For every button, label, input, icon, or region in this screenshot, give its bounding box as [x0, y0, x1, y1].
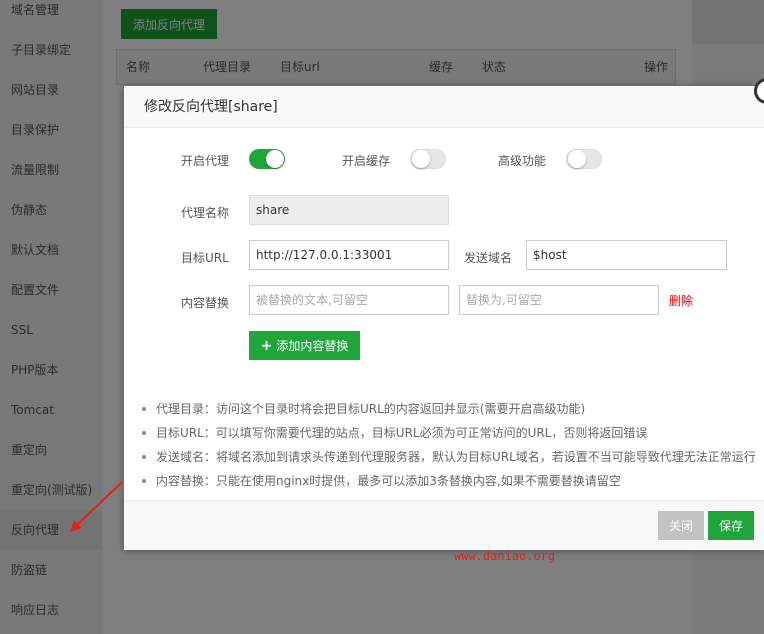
add-content-replace-button[interactable]: + 添加内容替换 — [249, 331, 360, 360]
save-button[interactable]: 保存 — [708, 511, 754, 540]
add-content-replace-label: 添加内容替换 — [276, 339, 349, 353]
tip-text: 目标URL：可以填写你需要代理的站点，目标URL必须为可正常访问的URL，否则将… — [156, 426, 648, 440]
replace-to-input[interactable] — [459, 285, 659, 315]
tip-item: 内容替换：只能在使用nginx时提供，最多可以添加3条替换内容,如果不需要替换请… — [138, 469, 758, 493]
cache-toggle-label: 开启缓存 — [342, 154, 391, 168]
dialog-footer: 关闭 保存 — [124, 500, 764, 550]
send-host-label: 发送域名 — [464, 251, 513, 265]
bullet-icon — [142, 455, 146, 459]
tip-item: 目标URL：可以填写你需要代理的站点，目标URL必须为可正常访问的URL，否则将… — [138, 421, 758, 445]
target-url-label: 目标URL — [181, 251, 229, 265]
send-host-input[interactable] — [526, 240, 727, 270]
delete-replace-link[interactable]: 删除 — [669, 292, 693, 309]
tip-text: 代理目录：访问这个目录时将会把目标URL的内容返回并显示(需要开启高级功能) — [156, 402, 586, 416]
advanced-toggle[interactable] — [566, 149, 602, 169]
tip-item: 代理目录：访问这个目录时将会把目标URL的内容返回并显示(需要开启高级功能) — [138, 397, 758, 421]
bullet-icon — [142, 479, 146, 483]
tip-text: 内容替换：只能在使用nginx时提供，最多可以添加3条替换内容,如果不需要替换请… — [156, 474, 621, 488]
advanced-toggle-label: 高级功能 — [498, 154, 547, 168]
toggle-knob — [568, 150, 586, 168]
tip-text: 发送域名：将域名添加到请求头传递到代理服务器，默认为目标URL域名，若设置不当可… — [156, 450, 756, 464]
tip-item: 发送域名：将域名添加到请求头传递到代理服务器，默认为目标URL域名，若设置不当可… — [138, 445, 758, 469]
edit-proxy-dialog: 修改反向代理[share] 开启代理 开启缓存 高级功能 代理名称 目标URL … — [124, 78, 764, 550]
watermark: www.daniao.org — [454, 549, 556, 563]
red-arrow-icon — [70, 481, 123, 532]
proxy-name-label: 代理名称 — [181, 206, 230, 220]
toggle-knob — [412, 150, 430, 168]
proxy-toggle[interactable] — [249, 149, 285, 169]
cache-toggle[interactable] — [410, 149, 446, 169]
bullet-icon — [142, 407, 146, 411]
content-replace-label: 内容替换 — [181, 296, 230, 310]
plus-icon: + — [260, 338, 273, 354]
bullet-icon — [142, 431, 146, 435]
proxy-name-input[interactable] — [249, 195, 449, 225]
close-button[interactable]: 关闭 — [658, 511, 704, 540]
help-tips: 代理目录：访问这个目录时将会把目标URL的内容返回并显示(需要开启高级功能) 目… — [138, 397, 758, 493]
proxy-toggle-label: 开启代理 — [181, 154, 230, 168]
target-url-input[interactable] — [249, 240, 449, 270]
dialog-title: 修改反向代理[share] — [144, 99, 278, 115]
toggle-knob — [266, 150, 284, 168]
dialog-header: 修改反向代理[share] — [124, 86, 764, 128]
replace-from-input[interactable] — [249, 285, 449, 315]
